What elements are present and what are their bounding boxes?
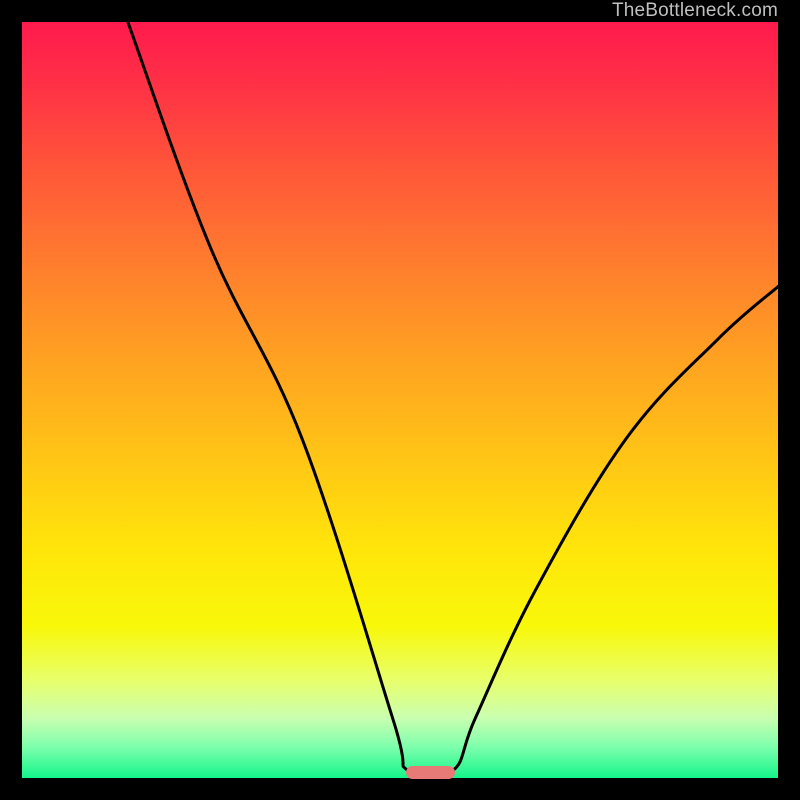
plot-area: [22, 22, 778, 778]
watermark-text: TheBottleneck.com: [612, 0, 778, 22]
chart-frame: TheBottleneck.com: [0, 0, 800, 800]
optimal-marker: [406, 766, 455, 780]
bottleneck-curve: [22, 22, 778, 778]
